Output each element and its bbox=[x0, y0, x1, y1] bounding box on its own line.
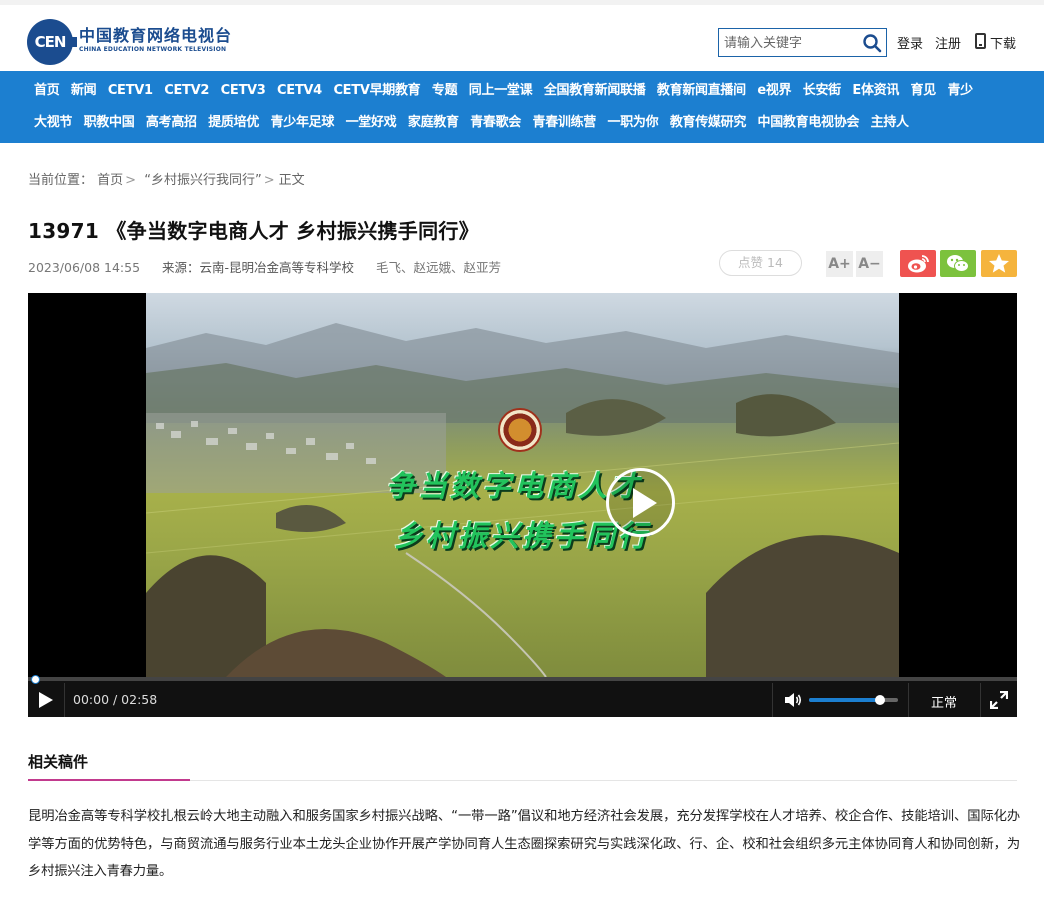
nav-item[interactable]: 全国教育新闻联播 bbox=[544, 81, 646, 101]
nav-item[interactable]: 青春歌会 bbox=[470, 113, 521, 133]
search-box bbox=[718, 28, 887, 57]
nav-item[interactable]: 育见 bbox=[911, 81, 937, 101]
site-header: CEN 中国教育网络电视台 CHINA EDUCATION NETWORK TE… bbox=[0, 5, 1044, 71]
nav-item[interactable]: 新闻 bbox=[71, 81, 97, 101]
player-control-bar bbox=[28, 677, 1017, 717]
nav-item[interactable]: 青春训练营 bbox=[533, 113, 597, 133]
nav-item[interactable]: 长安街 bbox=[803, 81, 841, 101]
control-divider bbox=[64, 683, 65, 717]
publish-date: 2023/06/08 14:55 bbox=[28, 260, 141, 275]
video-player[interactable]: 争当数字电商人才 乡村振兴携手同行 00:00 / 02:58 正常 bbox=[28, 293, 1017, 717]
logo-english-name: CHINA EDUCATION NETWORK TELEVISION bbox=[79, 46, 227, 53]
search-icon[interactable] bbox=[862, 33, 882, 53]
nav-item[interactable]: 中国教育电视协会 bbox=[758, 113, 860, 133]
progress-bar[interactable] bbox=[28, 677, 1017, 681]
font-decrease-button[interactable]: A− bbox=[856, 251, 883, 277]
nav-item[interactable]: 青少年足球 bbox=[271, 113, 335, 133]
nav-item[interactable]: 大视节 bbox=[34, 113, 72, 133]
fullscreen-icon[interactable] bbox=[990, 691, 1008, 709]
breadcrumb-section-link[interactable]: “乡村振兴行我同行” bbox=[144, 173, 261, 188]
nav-item[interactable]: CETV4 bbox=[277, 81, 322, 101]
login-link[interactable]: 登录 bbox=[897, 33, 923, 52]
favorite-button[interactable] bbox=[981, 250, 1017, 277]
like-button[interactable]: 点赞 14 bbox=[719, 250, 802, 276]
nav-item[interactable]: 青少 bbox=[947, 81, 973, 101]
nav-item[interactable]: 高考高招 bbox=[146, 113, 197, 133]
nav-item[interactable]: 提质培优 bbox=[208, 113, 259, 133]
nav-item[interactable]: 职教中国 bbox=[84, 113, 135, 133]
star-icon bbox=[989, 254, 1009, 273]
search-input[interactable] bbox=[724, 33, 859, 53]
nav-item[interactable]: 家庭教育 bbox=[408, 113, 459, 133]
play-icon[interactable] bbox=[36, 690, 56, 710]
nav-item[interactable]: CETV1 bbox=[108, 81, 153, 101]
nav-item[interactable]: CETV2 bbox=[164, 81, 209, 101]
big-play-icon[interactable] bbox=[606, 468, 675, 537]
article-source: 来源：云南-昆明冶金高等专科学校 bbox=[162, 260, 355, 275]
wechat-icon bbox=[947, 255, 969, 272]
mobile-phone-icon[interactable] bbox=[975, 33, 986, 49]
logo-badge: CEN bbox=[27, 19, 77, 65]
nav-item[interactable]: 教育传媒研究 bbox=[670, 113, 747, 133]
chevron-right-icon: > bbox=[263, 173, 275, 188]
download-link[interactable]: 下载 bbox=[990, 33, 1016, 52]
nav-item[interactable]: 主持人 bbox=[871, 113, 909, 133]
control-divider bbox=[980, 683, 981, 717]
weibo-share-button[interactable] bbox=[900, 250, 936, 277]
register-link[interactable]: 注册 bbox=[935, 33, 961, 52]
nav-item[interactable]: 专题 bbox=[432, 81, 458, 101]
nav-item[interactable]: CETV3 bbox=[221, 81, 266, 101]
nav-item[interactable]: E体资讯 bbox=[852, 81, 899, 101]
wechat-share-button[interactable] bbox=[940, 250, 976, 277]
playback-rate-button[interactable]: 正常 bbox=[931, 692, 957, 711]
nav-item[interactable]: 同上一堂课 bbox=[469, 81, 533, 101]
main-navigation: 首页 新闻 CETV1 CETV2 CETV3 CETV4 CETV早期教育 专题 同上一堂课全… bbox=[0, 71, 1044, 143]
article-meta: 2023/06/08 14:55 来源：云南-昆明冶金高等专科学校 毛飞、赵远娥… bbox=[28, 257, 519, 276]
related-title-underline bbox=[28, 779, 190, 781]
nav-item[interactable]: 教育新闻直播间 bbox=[657, 81, 746, 101]
article-title: 13971 《争当数字电商人才 乡村振兴携手同行》 bbox=[28, 219, 480, 243]
breadcrumb-home-link[interactable]: 首页 bbox=[97, 173, 123, 188]
control-divider bbox=[908, 683, 909, 717]
video-frame-landscape: 争当数字电商人才 乡村振兴携手同行 bbox=[146, 293, 899, 677]
progress-handle[interactable] bbox=[31, 675, 40, 684]
related-section-title: 相关稿件 bbox=[28, 753, 89, 771]
article-authors: 毛飞、赵远娥、赵亚芳 bbox=[376, 260, 502, 275]
chevron-right-icon: > bbox=[125, 173, 137, 188]
volume-icon[interactable] bbox=[783, 690, 803, 710]
nav-item[interactable]: 一职为你 bbox=[608, 113, 659, 133]
weibo-icon bbox=[908, 255, 929, 273]
nav-item[interactable]: CETV早期教育 bbox=[333, 81, 420, 101]
video-overlay-line-1: 争当数字电商人才 bbox=[386, 469, 643, 503]
site-logo[interactable]: CEN 中国教育网络电视台 CHINA EDUCATION NETWORK TE… bbox=[27, 19, 247, 65]
nav-item[interactable]: 首页 bbox=[34, 81, 60, 101]
article-body: 昆明冶金高等专科学校扎根云岭大地主动融入和服务国家乡村振兴战略、“一带一路”倡议… bbox=[28, 809, 1020, 879]
nav-row-2: 大视节 职教中国 高考高招 提质培优 青少年足球 一堂好戏 家庭教育 青春歌会 青春训练营 一职为… bbox=[34, 113, 920, 133]
control-divider bbox=[772, 683, 773, 717]
nav-row-1: 首页 新闻 CETV1 CETV2 CETV3 CETV4 CETV早期教育 专题 同上一堂课全… bbox=[34, 81, 984, 101]
breadcrumb-current: 正文 bbox=[278, 173, 305, 188]
school-emblem-icon bbox=[498, 408, 542, 452]
nav-item[interactable]: e视界 bbox=[757, 81, 791, 101]
font-increase-button[interactable]: A+ bbox=[826, 251, 853, 277]
breadcrumb-prefix: 当前位置： bbox=[28, 173, 94, 188]
playback-time: 00:00 / 02:58 bbox=[73, 692, 158, 707]
volume-slider-fill bbox=[809, 698, 881, 702]
logo-chinese-name: 中国教育网络电视台 bbox=[79, 26, 233, 45]
nav-item[interactable]: 一堂好戏 bbox=[346, 113, 397, 133]
volume-slider[interactable] bbox=[809, 695, 898, 705]
breadcrumb: 当前位置： 首页 > “乡村振兴行我同行” > 正文 bbox=[28, 169, 305, 188]
